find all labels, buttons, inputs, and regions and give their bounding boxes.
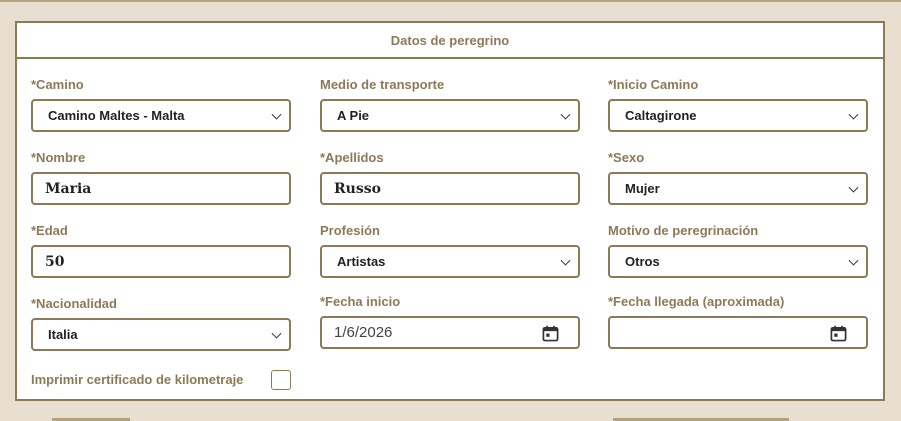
transporte-label: Medio de transporte	[320, 77, 445, 92]
profesion-select[interactable]: Artistas	[320, 245, 580, 278]
transporte-select[interactable]: A Pie	[320, 99, 580, 132]
transporte-value: A Pie	[337, 108, 370, 123]
apellidos-label: *Apellidos	[320, 150, 384, 165]
camino-label: *Camino	[31, 77, 84, 92]
chevron-down-icon	[848, 255, 859, 266]
apellidos-input[interactable]: Russo	[320, 172, 580, 205]
camino-value: Camino Maltes - Malta	[48, 108, 185, 123]
nombre-input[interactable]: Maria	[31, 172, 291, 205]
sexo-label: *Sexo	[608, 150, 645, 165]
inicio-label: *Inicio Camino	[608, 77, 699, 92]
chevron-down-icon	[560, 109, 571, 120]
profesion-value: Artistas	[337, 254, 386, 269]
apellidos-value: Russo	[334, 180, 381, 197]
top-rule	[0, 0, 901, 2]
calendar-icon[interactable]	[830, 325, 847, 342]
camino-select[interactable]: Camino Maltes - Malta	[31, 99, 291, 132]
chevron-down-icon	[271, 109, 282, 120]
calendar-icon[interactable]	[542, 325, 559, 342]
certificado-label: Imprimir certificado de kilometraje	[31, 372, 244, 387]
fecha-llegada-input[interactable]	[608, 316, 868, 349]
nacionalidad-select[interactable]: Italia	[31, 318, 291, 351]
edad-value: 50	[45, 253, 65, 270]
chevron-down-icon	[560, 255, 571, 266]
nacionalidad-value: Italia	[48, 327, 78, 342]
edad-label: *Edad	[31, 223, 68, 238]
inicio-value: Caltagirone	[625, 108, 697, 123]
chevron-down-icon	[271, 328, 282, 339]
panel-title: Datos de peregrino	[17, 23, 883, 59]
fecha-inicio-input[interactable]: 1/6/2026	[320, 316, 580, 349]
nacionalidad-label: *Nacionalidad	[31, 296, 117, 311]
motivo-select[interactable]: Otros	[608, 245, 868, 278]
fecha-llegada-label: *Fecha llegada (aproximada)	[608, 294, 785, 309]
sexo-select[interactable]: Mujer	[608, 172, 868, 205]
sexo-value: Mujer	[625, 181, 660, 196]
inicio-select[interactable]: Caltagirone	[608, 99, 868, 132]
motivo-label: Motivo de peregrinación	[608, 223, 759, 238]
motivo-value: Otros	[625, 254, 660, 269]
fecha-inicio-label: *Fecha inicio	[320, 294, 401, 309]
nombre-label: *Nombre	[31, 150, 86, 165]
fecha-inicio-value: 1/6/2026	[334, 324, 393, 341]
certificado-checkbox[interactable]	[271, 370, 291, 390]
chevron-down-icon	[848, 109, 859, 120]
edad-input[interactable]: 50	[31, 245, 291, 278]
nombre-value: Maria	[45, 180, 92, 197]
profesion-label: Profesión	[320, 223, 380, 238]
chevron-down-icon	[848, 182, 859, 193]
